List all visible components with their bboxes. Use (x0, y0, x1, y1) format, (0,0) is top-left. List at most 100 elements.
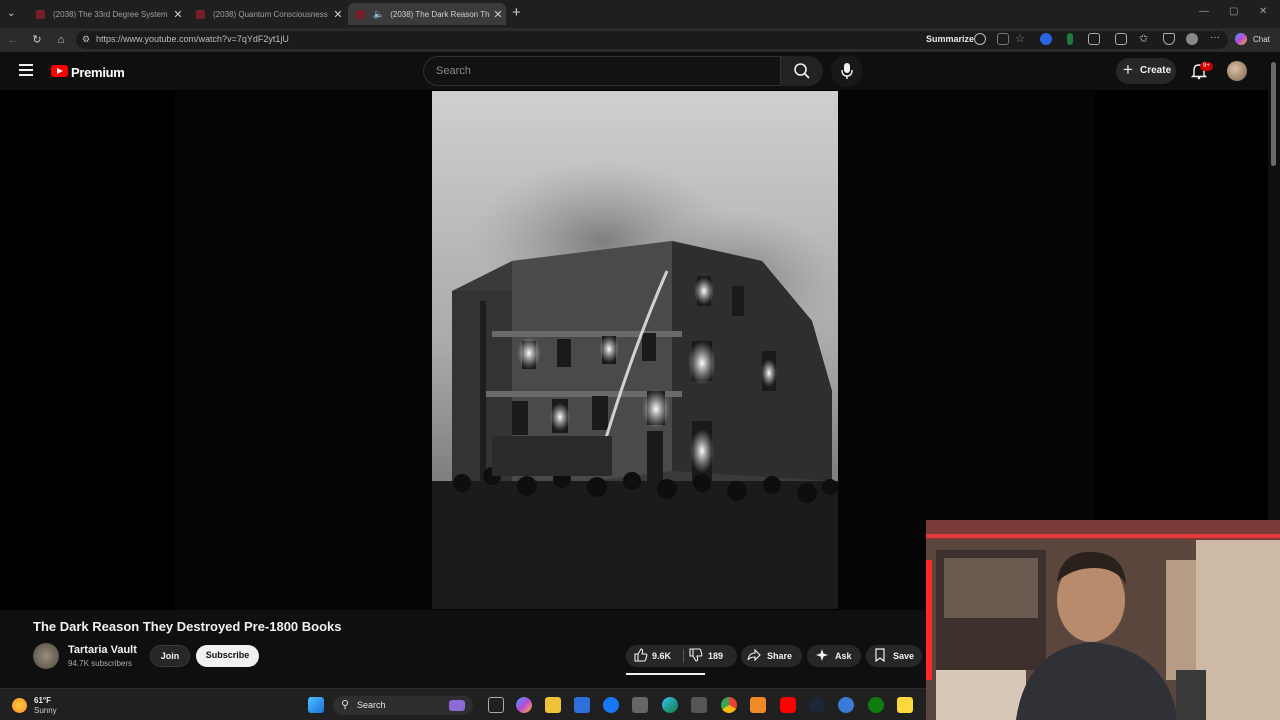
url-text: https://www.youtube.com/watch?v=7qYdF2yt… (96, 34, 289, 44)
reload-icon[interactable]: ↻ (29, 32, 45, 48)
subscribe-button[interactable]: Subscribe (196, 645, 259, 667)
extension-icon[interactable] (1067, 33, 1073, 45)
minimize-icon[interactable]: — (1199, 6, 1209, 17)
video-frame-burning-building[interactable] (432, 91, 838, 609)
ask-button[interactable]: Ask (807, 645, 861, 667)
taskbar-search-label: Search (357, 700, 386, 710)
steam-icon[interactable] (809, 697, 825, 713)
extension-icon[interactable] (1040, 33, 1052, 45)
extensions-puzzle-icon[interactable] (1088, 33, 1100, 45)
weather-temperature[interactable]: 61°F (34, 696, 51, 705)
back-icon[interactable]: ← (5, 32, 21, 48)
scrollbar-thumb[interactable] (1271, 62, 1276, 166)
create-button[interactable]: + Create (1116, 58, 1176, 84)
create-label: Create (1140, 65, 1172, 76)
youtube-premium-logo-text[interactable]: Premium (71, 65, 125, 80)
vlc-icon[interactable] (750, 697, 766, 713)
youtube-app-icon[interactable] (780, 697, 796, 713)
file-explorer-icon[interactable] (545, 697, 561, 713)
weather-condition[interactable]: Sunny (34, 706, 57, 715)
shield-icon[interactable] (1163, 33, 1175, 45)
join-button[interactable]: Join (150, 645, 190, 667)
more-menu-icon[interactable]: ··· (1210, 33, 1222, 45)
share-label: Share (767, 651, 793, 661)
subscriber-count: 94.7K subscribers (68, 659, 133, 668)
tab-title: (2038) The Dark Reason They (390, 9, 490, 19)
tab-list-chevron-icon[interactable]: ⌄ (7, 8, 15, 19)
ask-label: Ask (835, 651, 852, 661)
save-button[interactable]: Save (866, 645, 922, 667)
like-button[interactable]: 9.6K (626, 645, 683, 667)
edge-icon[interactable] (662, 697, 678, 713)
site-info-icon[interactable]: ⚙ (82, 34, 90, 45)
youtube-favicon-icon (356, 9, 365, 19)
chat-button[interactable]: Chat (1253, 35, 1270, 44)
browser-essentials-icon[interactable] (1115, 33, 1127, 45)
share-button[interactable]: Share (741, 645, 802, 667)
microphone-icon (841, 63, 853, 79)
like-ratio-bar (626, 673, 705, 675)
close-window-icon[interactable]: ✕ (1259, 6, 1267, 17)
hamburger-menu-icon[interactable] (19, 64, 33, 76)
close-tab-icon[interactable]: ✕ (490, 8, 506, 21)
browser-tab[interactable]: (2038) Quantum Consciousness Th ✕ (188, 3, 346, 25)
copilot-app-icon[interactable] (516, 697, 532, 713)
join-label: Join (160, 651, 180, 661)
share-icon (747, 648, 761, 662)
split-screen-icon[interactable] (997, 33, 1009, 45)
maximize-icon[interactable]: ▢ (1229, 6, 1238, 17)
windows-taskbar: 61°F Sunny ⚲ Search (0, 688, 926, 720)
sticky-notes-icon[interactable] (897, 697, 913, 713)
dislike-count: 189 (708, 651, 724, 661)
xbox-icon[interactable] (868, 697, 884, 713)
summarize-button[interactable]: Summarize (926, 34, 974, 44)
calculator-icon[interactable] (691, 697, 707, 713)
new-tab-icon[interactable]: + (512, 4, 521, 21)
weather-sun-icon[interactable] (12, 698, 27, 713)
copilot-icon[interactable] (1235, 33, 1247, 45)
task-view-icon[interactable] (488, 697, 504, 713)
edge-browser-icon[interactable] (632, 697, 648, 713)
search-input[interactable]: Search (436, 65, 471, 77)
facebook-icon[interactable] (603, 697, 619, 713)
search-highlight-icon (449, 700, 465, 711)
thumbs-up-icon (634, 648, 648, 662)
microsoft-store-icon[interactable] (574, 697, 590, 713)
webcam-feed-image (926, 520, 1280, 720)
profile-icon[interactable] (1186, 33, 1198, 45)
address-bar[interactable]: ⚙ https://www.youtube.com/watch?v=7qYdF2… (76, 31, 1228, 49)
favorites-icon[interactable]: ✩ (1139, 33, 1151, 45)
close-tab-icon[interactable]: ✕ (330, 8, 346, 21)
browser-toolbar: ← ↻ ⌂ ⚙ https://www.youtube.com/watch?v=… (0, 28, 1280, 52)
webcam-overlay (926, 520, 1280, 720)
like-dislike-group: 9.6K 189 (626, 645, 737, 667)
youtube-logo-icon[interactable] (51, 65, 68, 77)
sparkle-icon (816, 649, 828, 661)
speaker-icon[interactable]: 🔈 (373, 9, 384, 20)
home-icon[interactable]: ⌂ (53, 32, 69, 48)
chrome-icon[interactable] (721, 697, 737, 713)
browser-tab[interactable]: (2038) The 33rd Degree System E ✕ (28, 3, 186, 25)
windows-start-icon[interactable] (308, 697, 324, 713)
search-icon (794, 63, 810, 79)
dislike-button[interactable]: 189 (684, 645, 737, 667)
account-avatar[interactable] (1227, 61, 1247, 81)
voice-search-button[interactable] (831, 55, 863, 87)
channel-name[interactable]: Tartaria Vault (68, 644, 137, 656)
youtube-masthead: Premium Search + Create 9+ (0, 52, 1280, 90)
video-title: The Dark Reason They Destroyed Pre-1800 … (33, 619, 342, 634)
favorite-star-icon[interactable]: ☆ (1015, 33, 1027, 45)
tab-title: (2038) Quantum Consciousness Th (213, 9, 330, 19)
player-letterbox-left (175, 90, 432, 610)
bookmark-icon (875, 648, 885, 662)
browser-tab-active[interactable]: 🔈 (2038) The Dark Reason They ✕ (348, 3, 506, 25)
search-box[interactable]: Search (423, 56, 781, 86)
taskbar-search-box[interactable]: ⚲ Search (333, 696, 473, 715)
search-button[interactable] (781, 56, 823, 86)
close-tab-icon[interactable]: ✕ (170, 8, 186, 21)
tab-title: (2038) The 33rd Degree System E (53, 9, 170, 19)
channel-avatar[interactable] (33, 643, 59, 669)
network-app-icon[interactable] (838, 697, 854, 713)
summarize-icon[interactable] (974, 33, 986, 45)
notification-badge: 9+ (1200, 62, 1213, 71)
